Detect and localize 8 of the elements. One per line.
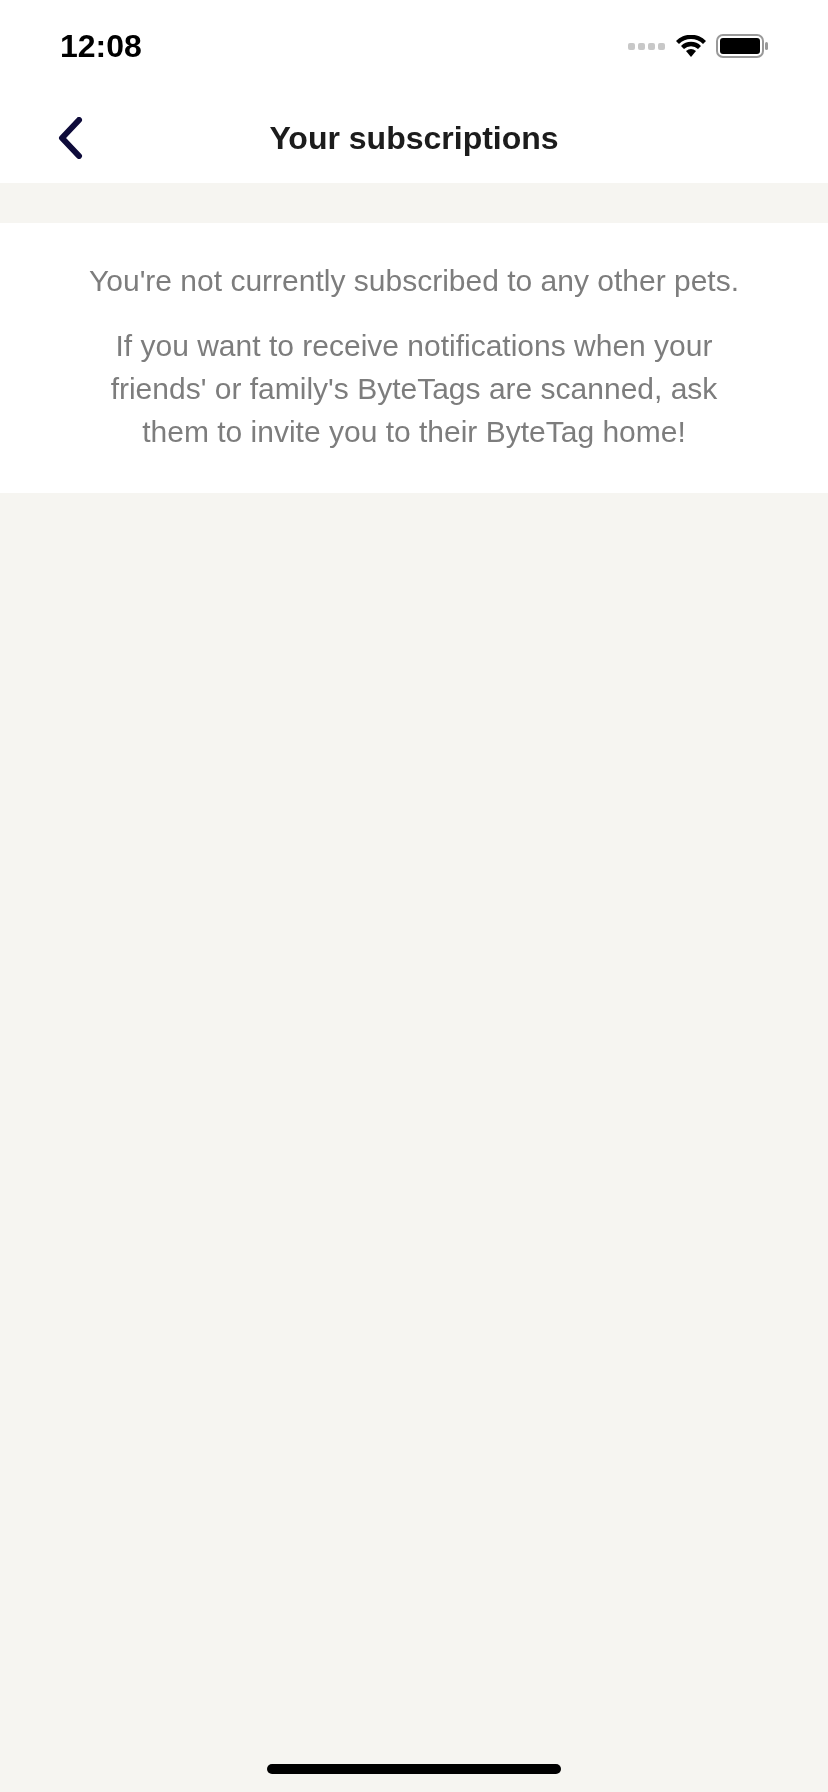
status-time: 12:08: [60, 27, 142, 66]
signal-icon: [628, 41, 666, 51]
page-title: Your subscriptions: [269, 118, 559, 158]
wifi-icon: [676, 35, 706, 57]
battery-icon: [716, 34, 768, 58]
message-text: If you want to receive notifications when your friends' or family's ByteTags are scanned, ask them to invite you to their ByteTag home!: [109, 328, 719, 450]
message-text: You're not currently subscribed to any other pets.: [88, 263, 740, 299]
chevron-left-icon: [57, 117, 83, 159]
